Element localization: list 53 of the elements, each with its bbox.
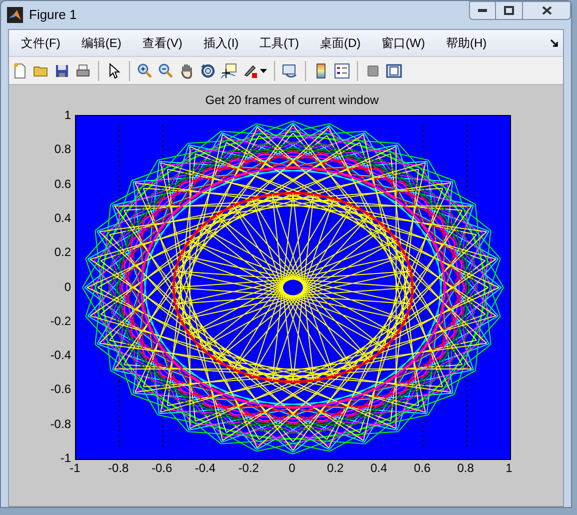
menu-item[interactable]: 帮助(H): [440, 34, 493, 52]
brush-icon[interactable]: [242, 62, 258, 78]
tick-label: 0.8: [457, 461, 474, 475]
square-icon[interactable]: [365, 62, 381, 78]
plot-tools-icon[interactable]: [386, 62, 402, 78]
tick-label: -0.4: [194, 461, 216, 475]
restore-icon: [504, 6, 514, 15]
tick-label: -0.2: [238, 461, 259, 475]
legend-icon[interactable]: [334, 62, 350, 78]
rotate-icon[interactable]: [200, 62, 216, 78]
tick-label: -0.6: [50, 382, 71, 396]
tick-label: 0.4: [54, 210, 71, 225]
tick-label: 0: [288, 461, 296, 475]
tick-label: 0.4: [370, 461, 388, 475]
zoom-in-icon[interactable]: [137, 62, 153, 78]
tick-label: 0.2: [327, 461, 344, 475]
printer-icon[interactable]: [75, 62, 91, 78]
tick-label: 1: [506, 461, 512, 475]
linked-plot-icon[interactable]: [282, 62, 298, 78]
tick-label: 0.6: [54, 176, 71, 191]
axes-title: Get 20 frames of current window: [205, 93, 379, 107]
close-button[interactable]: [523, 1, 571, 20]
maximize-button[interactable]: [496, 1, 523, 20]
data-cursor-icon[interactable]: [221, 62, 237, 78]
tick-label: -0.4: [50, 348, 71, 362]
menu-item[interactable]: 插入(I): [197, 34, 245, 52]
tick-label: -1: [70, 461, 80, 475]
matlab-logo-icon: [7, 7, 23, 23]
window-title: Figure 1: [29, 6, 77, 24]
tick-label: 0.6: [414, 461, 431, 475]
hand-icon[interactable]: [179, 62, 195, 78]
tick-label: -1: [60, 451, 71, 465]
caret-icon[interactable]: [260, 68, 267, 72]
menu-item[interactable]: 工具(T): [254, 34, 305, 52]
menu-item[interactable]: 查看(V): [136, 34, 188, 52]
tick-label: -0.6: [151, 461, 172, 475]
tick-label: -0.8: [108, 461, 129, 475]
close-icon: [542, 6, 552, 15]
minimize-icon: [478, 9, 487, 12]
zoom-out-icon[interactable]: [158, 62, 174, 78]
tick-label: 0.8: [54, 142, 71, 156]
menu-item[interactable]: 文件(F): [15, 34, 66, 52]
menu-item[interactable]: 编辑(E): [75, 34, 128, 52]
new-file-icon[interactable]: [12, 62, 28, 78]
minimize-button[interactable]: [469, 1, 496, 20]
tick-label: -0.2: [50, 314, 71, 328]
tick-label: 0.2: [54, 245, 71, 260]
menu-item[interactable]: 窗口(W): [376, 34, 431, 52]
tick-label: 1: [64, 108, 71, 122]
dock-arrow-icon[interactable]: [550, 38, 559, 48]
tick-label: 0: [64, 280, 71, 294]
tick-label: -0.8: [50, 416, 71, 431]
menu-item[interactable]: 桌面(D): [314, 34, 367, 52]
